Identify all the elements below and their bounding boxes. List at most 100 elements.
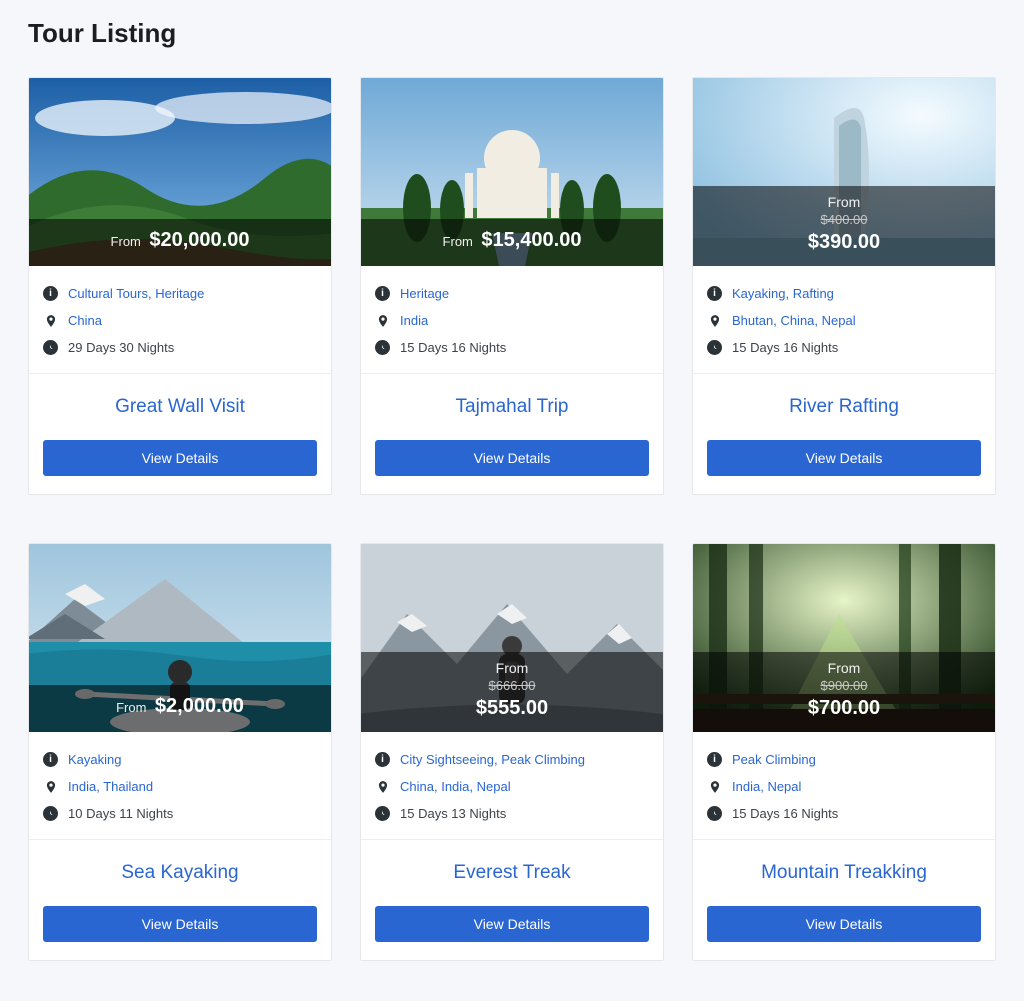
category-link[interactable]: Heritage <box>155 286 204 301</box>
location-link[interactable]: Bhutan <box>732 313 773 328</box>
price-value: $390.00 <box>808 231 880 253</box>
price-strip: From $666.00 $555.00 <box>361 652 663 732</box>
duration-text: 15 Days 16 Nights <box>732 806 838 821</box>
tour-footer: Tajmahal Trip View Details <box>361 374 663 494</box>
price-strip: From $900.00 $700.00 <box>693 652 995 732</box>
price-strip: From $20,000.00 <box>29 219 331 266</box>
tour-meta: iKayaking India, Thailand 10 Days 11 Nig… <box>29 732 331 840</box>
from-label: From <box>697 660 991 676</box>
clock-icon <box>375 340 390 355</box>
info-icon: i <box>707 752 722 767</box>
tour-footer: Everest Treak View Details <box>361 840 663 960</box>
category-link[interactable]: City Sightseeing <box>400 752 494 767</box>
price-value: $15,400.00 <box>481 229 581 251</box>
price-value: $555.00 <box>476 697 548 719</box>
location-pin-icon <box>43 779 58 794</box>
clock-icon <box>43 340 58 355</box>
location-link[interactable]: India <box>732 779 760 794</box>
view-details-button[interactable]: View Details <box>43 906 317 942</box>
price-strip: From $400.00 $390.00 <box>693 186 995 266</box>
clock-icon <box>43 806 58 821</box>
tour-card: From $20,000.00 iCultural Tours, Heritag… <box>28 77 332 495</box>
tour-title-link[interactable]: Sea Kayaking <box>43 862 317 884</box>
category-link[interactable]: Rafting <box>793 286 834 301</box>
category-link[interactable]: Kayaking <box>68 752 121 767</box>
location-pin-icon <box>707 313 722 328</box>
tour-hero-image[interactable]: From $2,000.00 <box>29 544 331 732</box>
location-link[interactable]: India <box>400 313 428 328</box>
info-icon: i <box>375 286 390 301</box>
duration-text: 10 Days 11 Nights <box>68 806 173 821</box>
location-pin-icon <box>375 313 390 328</box>
clock-icon <box>707 340 722 355</box>
tour-title-link[interactable]: River Rafting <box>707 396 981 418</box>
location-link[interactable]: Nepal <box>822 313 856 328</box>
category-link[interactable]: Peak Climbing <box>732 752 816 767</box>
price-value: $2,000.00 <box>155 695 244 717</box>
price-value: $700.00 <box>808 697 880 719</box>
tour-hero-image[interactable]: From $900.00 $700.00 <box>693 544 995 732</box>
price-strip: From $15,400.00 <box>361 219 663 266</box>
info-icon: i <box>375 752 390 767</box>
location-link[interactable]: Nepal <box>767 779 801 794</box>
price-value: $20,000.00 <box>149 229 249 251</box>
tour-hero-image[interactable]: From $666.00 $555.00 <box>361 544 663 732</box>
tour-card: From $2,000.00 iKayaking India, Thailand… <box>28 543 332 961</box>
info-icon: i <box>43 286 58 301</box>
info-icon: i <box>43 752 58 767</box>
view-details-button[interactable]: View Details <box>707 440 981 476</box>
location-link[interactable]: China <box>68 313 102 328</box>
view-details-button[interactable]: View Details <box>375 440 649 476</box>
tour-footer: Sea Kayaking View Details <box>29 840 331 960</box>
location-link[interactable]: China <box>400 779 434 794</box>
tour-card: From $15,400.00 i Heritage India 15 Days … <box>360 77 664 495</box>
view-details-button[interactable]: View Details <box>707 906 981 942</box>
view-details-button[interactable]: View Details <box>43 440 317 476</box>
location-pin-icon <box>707 779 722 794</box>
duration-text: 15 Days 16 Nights <box>732 340 838 355</box>
from-label: From <box>111 234 141 249</box>
tour-footer: River Rafting View Details <box>693 374 995 494</box>
tour-title-link[interactable]: Everest Treak <box>375 862 649 884</box>
tour-card: From $400.00 $390.00 iKayaking, Rafting … <box>692 77 996 495</box>
price-strip: From $2,000.00 <box>29 685 331 732</box>
tour-title-link[interactable]: Great Wall Visit <box>43 396 317 418</box>
original-price: $400.00 <box>697 212 991 227</box>
original-price: $666.00 <box>365 678 659 693</box>
tour-meta: i Heritage India 15 Days 16 Nights <box>361 266 663 374</box>
duration-text: 15 Days 16 Nights <box>400 340 506 355</box>
location-link[interactable]: Thailand <box>103 779 153 794</box>
tour-footer: Mountain Treakking View Details <box>693 840 995 960</box>
tour-meta: iPeak Climbing India, Nepal 15 Days 16 N… <box>693 732 995 840</box>
location-link[interactable]: Nepal <box>477 779 511 794</box>
tour-title-link[interactable]: Tajmahal Trip <box>375 396 649 418</box>
from-label: From <box>116 700 146 715</box>
category-link[interactable]: Kayaking <box>732 286 785 301</box>
view-details-button[interactable]: View Details <box>375 906 649 942</box>
tour-card: From $900.00 $700.00 i Peak Climbing Indi… <box>692 543 996 961</box>
page-title: Tour Listing <box>28 18 996 49</box>
from-label: From <box>697 194 991 210</box>
tour-hero-image[interactable]: From $400.00 $390.00 <box>693 78 995 266</box>
location-link[interactable]: India <box>441 779 469 794</box>
original-price: $900.00 <box>697 678 991 693</box>
from-label: From <box>443 234 473 249</box>
category-link[interactable]: Heritage <box>400 286 449 301</box>
tour-title-link[interactable]: Mountain Treakking <box>707 862 981 884</box>
tour-card: From $666.00 $555.00 iCity Sightseeing, … <box>360 543 664 961</box>
tour-meta: iKayaking, Rafting Bhutan, China, Nepal … <box>693 266 995 374</box>
from-label: From <box>365 660 659 676</box>
location-link[interactable]: India <box>68 779 96 794</box>
category-link[interactable]: Cultural Tours <box>68 286 148 301</box>
location-pin-icon <box>375 779 390 794</box>
duration-text: 15 Days 13 Nights <box>400 806 506 821</box>
tour-meta: iCity Sightseeing, Peak Climbing China, … <box>361 732 663 840</box>
location-link[interactable]: China <box>780 313 814 328</box>
tour-hero-image[interactable]: From $15,400.00 <box>361 78 663 266</box>
duration-text: 29 Days 30 Nights <box>68 340 174 355</box>
tour-footer: Great Wall Visit View Details <box>29 374 331 494</box>
category-link[interactable]: Peak Climbing <box>501 752 585 767</box>
info-icon: i <box>707 286 722 301</box>
tour-hero-image[interactable]: From $20,000.00 <box>29 78 331 266</box>
clock-icon <box>707 806 722 821</box>
